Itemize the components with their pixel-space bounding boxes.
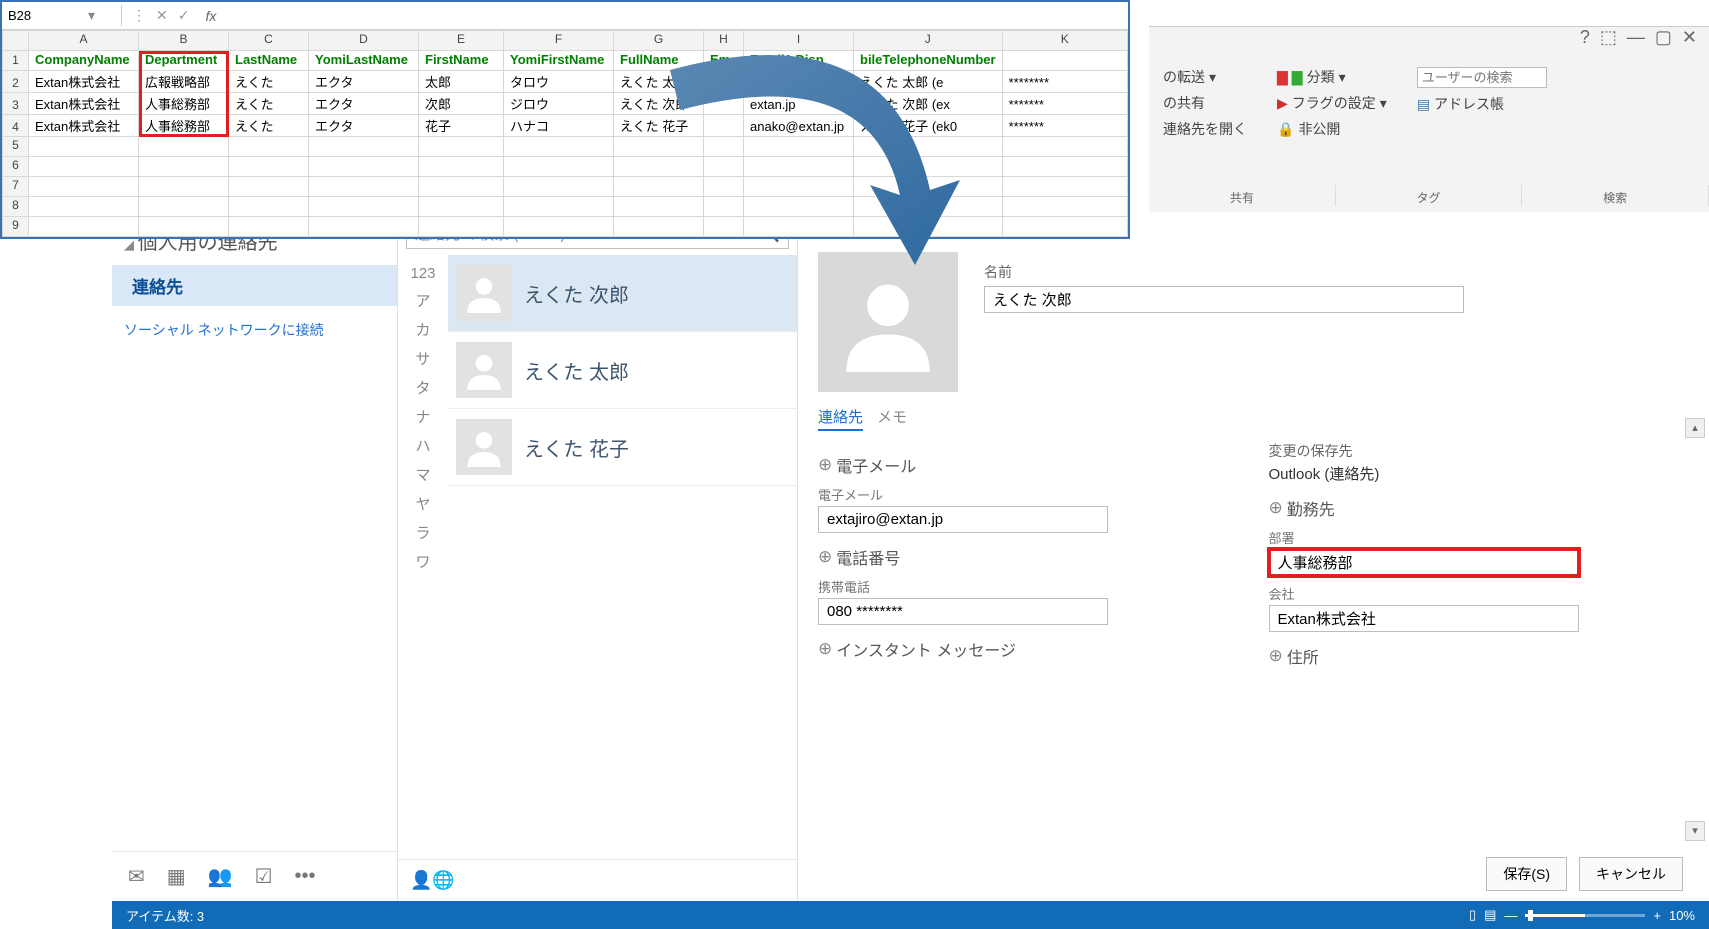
maximize-icon[interactable]: ▢ [1655,27,1672,48]
dept-input[interactable] [1269,549,1579,576]
address-book-button[interactable]: ▤ アドレス帳 [1417,94,1547,114]
kana-ワ[interactable]: ワ [415,551,430,572]
sidebar: 個人用の連絡先 連絡先 ソーシャル ネットワークに接続 ✉ ▦ 👥 ☑ ••• [112,212,398,901]
save-button[interactable]: 保存(S) [1486,857,1567,891]
zoom-in-icon[interactable]: + [1653,908,1661,923]
name-box[interactable]: ▾ [2,5,122,26]
email-section[interactable]: 電子メール [818,453,1239,477]
address-section[interactable]: 住所 [1269,644,1690,668]
view-reading-icon[interactable]: ▤ [1484,907,1496,923]
private-button[interactable]: 🔒 非公開 [1277,119,1387,139]
share-contact[interactable]: の共有 [1163,93,1247,113]
cancel-button[interactable]: キャンセル [1579,857,1683,891]
status-bar: アイテム数: 3 ▯ ▤ — + 10% [112,901,1709,929]
arrow-graphic [630,30,990,290]
user-search-input[interactable] [1417,67,1547,88]
sidebar-item-contacts[interactable]: 連絡先 [112,265,397,306]
close-icon[interactable]: ✕ [1682,27,1697,48]
kana-ラ[interactable]: ラ [415,522,430,543]
contact-item[interactable]: えくた 太郎 [448,332,797,409]
save-dest-value: Outlook (連絡先) [1269,463,1690,484]
kana-123[interactable]: 123 [410,265,435,282]
flag-button[interactable]: ▶ フラグの設定 ▾ [1277,93,1387,113]
tab-memo[interactable]: メモ [877,406,907,431]
zoom-level: 10% [1669,908,1695,923]
ribbon-group-search: 検索 [1522,185,1709,206]
kana-サ[interactable]: サ [415,348,430,369]
phone-section[interactable]: 電話番号 [818,545,1239,569]
contact-item[interactable]: えくた 花子 [448,409,797,486]
help-icon[interactable]: ? [1580,27,1590,48]
company-input[interactable] [1269,605,1579,632]
kana-カ[interactable]: カ [415,319,430,340]
ribbon-area: ? ⬚ — ▢ ✕ の転送 ▾ の共有 連絡先を開く ▇▇ 分類 ▾ ▶ フラグ… [1149,26,1709,212]
name-box-input[interactable] [8,8,88,23]
scroll-up-icon[interactable]: ▴ [1685,418,1705,438]
dept-label: 部署 [1269,528,1690,547]
name-input[interactable] [984,286,1464,313]
avatar-icon [456,265,512,321]
view-normal-icon[interactable]: ▯ [1469,907,1476,923]
kana-タ[interactable]: タ [415,377,430,398]
contact-name: えくた 太郎 [524,356,629,385]
sidebar-social-link[interactable]: ソーシャル ネットワークに接続 [112,306,397,354]
ribbon-options-icon[interactable]: ⬚ [1600,27,1617,48]
email-label: 電子メール [818,485,1239,504]
contact-name: えくた 次郎 [524,279,629,308]
tasks-icon[interactable]: ☑ [255,864,273,889]
contact-list-pane: 連絡先 の検索 (Ctrl+E) 🔍 123アカサタナハマヤラワ えくた 次郎え… [398,212,798,901]
open-contact[interactable]: 連絡先を開く [1163,119,1247,139]
window-controls: ? ⬚ — ▢ ✕ [1580,27,1697,48]
zoom-out-icon[interactable]: — [1504,908,1517,923]
formula-bar[interactable] [222,6,1128,25]
kana-ハ[interactable]: ハ [415,435,430,456]
phone-input[interactable] [818,598,1108,625]
kana-マ[interactable]: マ [415,464,430,485]
minimize-icon[interactable]: — [1627,27,1645,48]
save-dest-label: 変更の保存先 [1269,441,1690,461]
kana-index: 123 アカサタナハマヤラワ [398,255,448,859]
work-section[interactable]: 勤務先 [1269,496,1690,520]
im-section[interactable]: インスタント メッセージ [818,637,1239,661]
email-input[interactable] [818,506,1108,533]
name-label: 名前 [984,262,1689,282]
mail-icon[interactable]: ✉ [128,864,145,889]
more-icon[interactable]: ••• [295,865,316,888]
avatar-icon [456,419,512,475]
kana-ア[interactable]: ア [415,290,430,311]
categorize-button[interactable]: ▇▇ 分類 ▾ [1277,67,1387,87]
calendar-icon[interactable]: ▦ [167,864,186,889]
avatar-icon [456,342,512,398]
contact-name: えくた 花子 [524,433,629,462]
ribbon-group-tag: タグ [1336,185,1523,206]
ribbon-group-share: 共有 [1149,185,1336,206]
zoom-slider[interactable] [1525,914,1645,917]
contact-detail-pane: 名前 連絡先 メモ ▴ ▾ 電子メール 電子メール 電話番号 携帯電話 インスタ… [798,212,1709,901]
kana-ヤ[interactable]: ヤ [415,493,430,514]
item-count: アイテム数: 3 [126,906,204,925]
company-label: 会社 [1269,584,1690,603]
people-icon[interactable]: 👥 [208,864,233,889]
fx-label: fx [199,8,222,24]
card-view-icon[interactable]: 👤🌐 [410,870,455,890]
phone-label: 携帯電話 [818,577,1239,596]
forward-contact[interactable]: の転送 ▾ [1163,67,1247,87]
scroll-down-icon[interactable]: ▾ [1685,821,1705,841]
kana-ナ[interactable]: ナ [415,406,430,427]
tab-contact[interactable]: 連絡先 [818,406,863,431]
